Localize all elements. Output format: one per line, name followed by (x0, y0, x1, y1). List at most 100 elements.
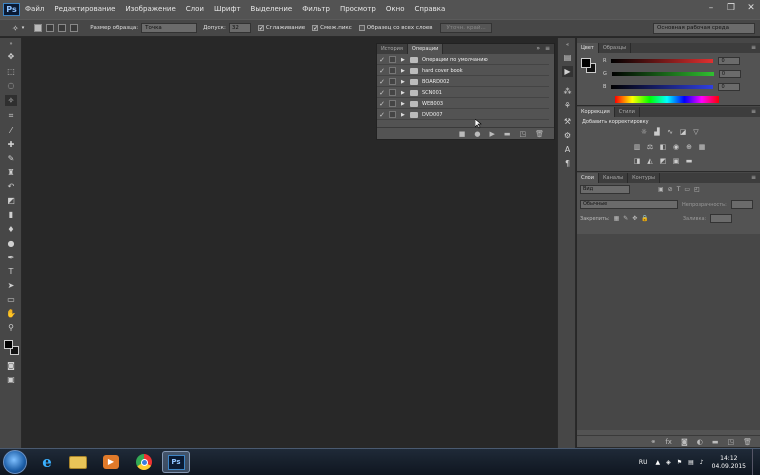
actions-panel-icon[interactable]: ▶ (562, 66, 573, 77)
red-input[interactable]: 0 (718, 57, 741, 65)
start-button[interactable] (3, 450, 27, 474)
fill-input[interactable] (710, 214, 733, 223)
lock-icons[interactable]: ▦✎✥🔒 (614, 215, 653, 222)
dialog-toggle-icon[interactable] (389, 56, 396, 63)
taskbar-media-player[interactable]: ▶ (97, 451, 125, 473)
brightness-icon[interactable]: ☼ (640, 129, 648, 136)
brush-presets-icon[interactable]: ⁂ (562, 86, 573, 97)
tray-app-icon[interactable]: ◈ (666, 459, 671, 466)
stop-icon[interactable]: ■ (459, 130, 466, 138)
dialog-toggle-icon[interactable] (389, 89, 396, 96)
link-layers-icon[interactable]: ⚭ (650, 438, 656, 446)
selective-color-icon[interactable]: ▣ (672, 158, 680, 165)
flag-icon[interactable]: ⚑ (677, 459, 682, 466)
collapse-icon[interactable]: « (562, 40, 573, 51)
action-set-row[interactable]: ✓ ▶ SCN001 (377, 88, 549, 98)
check-icon[interactable]: ✓ (377, 78, 387, 86)
menu-select[interactable]: Выделение (246, 0, 298, 19)
new-group-icon[interactable]: ▬ (712, 438, 719, 446)
menu-image[interactable]: Изображение (120, 0, 180, 19)
tolerance-input[interactable]: 32 (228, 23, 251, 33)
panel-menu-icon[interactable]: ≡ (751, 108, 756, 115)
tab-history[interactable]: История (377, 44, 408, 54)
adjustment-layer-icon[interactable]: ◐ (697, 438, 703, 446)
levels-icon[interactable]: ▟ (653, 129, 661, 136)
tab-paths[interactable]: Контуры (628, 173, 660, 183)
menu-type[interactable]: Шрифт (209, 0, 246, 19)
brush-tool-icon[interactable]: ✎ (5, 153, 17, 164)
posterize-icon[interactable]: ◭ (646, 158, 654, 165)
chevron-up-icon[interactable]: ▲ (655, 459, 660, 466)
green-slider[interactable] (611, 72, 714, 76)
tool-presets-icon[interactable]: ⚒ (562, 116, 573, 127)
tab-styles[interactable]: Стили (615, 107, 640, 117)
collapse-icon[interactable]: » (536, 45, 540, 52)
quick-mask-icon[interactable]: ◙ (5, 360, 17, 371)
menu-filter[interactable]: Фильтр (297, 0, 335, 19)
lasso-tool-icon[interactable]: ◌ (5, 80, 17, 91)
clock[interactable]: 14:12 04.09.2015 (712, 455, 746, 471)
new-set-icon[interactable]: ▬ (504, 130, 511, 138)
check-icon[interactable]: ✓ (377, 56, 387, 64)
pen-tool-icon[interactable]: ✒ (5, 252, 17, 263)
show-desktop-button[interactable] (752, 449, 760, 475)
menu-help[interactable]: Справка (409, 0, 450, 19)
blue-input[interactable]: 0 (718, 83, 741, 91)
hue-saturation-icon[interactable]: ▥ (633, 144, 641, 151)
character-panel-icon[interactable]: A (562, 144, 573, 155)
expand-arrow-icon[interactable]: ▶ (401, 112, 407, 118)
dialog-toggle-icon[interactable] (389, 100, 396, 107)
photo-filter-icon[interactable]: ◉ (672, 144, 680, 151)
layer-filter-select[interactable]: Вид (580, 185, 630, 194)
dialog-toggle-icon[interactable] (389, 78, 396, 85)
panel-menu-icon[interactable]: ≡ (751, 44, 756, 51)
sample-all-layers-checkbox[interactable]: Образец со всех слоев (358, 25, 432, 31)
refine-edge-button[interactable]: Уточн. край... (440, 23, 492, 33)
add-mask-icon[interactable]: ◙ (681, 438, 688, 446)
dialog-toggle-icon[interactable] (389, 67, 396, 74)
new-layer-icon[interactable]: ◳ (727, 438, 734, 446)
new-selection-button[interactable] (34, 24, 43, 32)
tab-layers[interactable]: Слои (577, 173, 599, 183)
gradient-tool-icon[interactable]: ▮ (5, 209, 17, 220)
threshold-icon[interactable]: ◩ (659, 158, 667, 165)
shape-tool-icon[interactable]: ▭ (5, 294, 17, 305)
intersect-selection-button[interactable] (70, 24, 79, 32)
action-set-row[interactable]: ✓ ▶ hard cover book (377, 66, 549, 76)
tab-color[interactable]: Цвет (577, 43, 599, 53)
action-set-row[interactable]: ✓ ▶ DVD007 (377, 110, 549, 120)
taskbar-chrome[interactable] (130, 451, 158, 473)
color-spectrum-bar[interactable] (615, 96, 719, 103)
workspace-select[interactable]: Основная рабочая среда (653, 23, 755, 34)
action-set-row[interactable]: ✓ ▶ BOARD002 (377, 77, 549, 87)
move-tool-icon[interactable]: ✥ (5, 51, 17, 62)
foreground-color-swatch[interactable] (4, 340, 13, 349)
panel-menu-icon[interactable]: ≡ (751, 174, 756, 181)
foreground-color-swatch[interactable] (581, 58, 591, 68)
eyedropper-tool-icon[interactable]: ⁄ (5, 125, 17, 136)
tab-channels[interactable]: Каналы (599, 173, 629, 183)
layer-style-icon[interactable]: fx (665, 438, 672, 446)
tab-swatches[interactable]: Образцы (599, 43, 632, 53)
menu-view[interactable]: Просмотр (335, 0, 381, 19)
new-action-icon[interactable]: ◳ (519, 130, 526, 138)
blue-slider[interactable] (611, 85, 714, 89)
menu-file[interactable]: Файл (20, 0, 49, 19)
action-set-row[interactable]: ✓ ▶ WEB003 (377, 99, 549, 109)
check-icon[interactable]: ✓ (377, 111, 387, 119)
menu-layers[interactable]: Слои (181, 0, 209, 19)
network-icon[interactable]: ▤ (688, 459, 694, 466)
opacity-input[interactable] (730, 200, 753, 209)
chevron-down-icon[interactable]: ▾ (22, 25, 25, 31)
antialias-checkbox[interactable]: ✓ Сглаживание (257, 25, 305, 32)
red-slider[interactable] (611, 59, 714, 63)
check-icon[interactable]: ✓ (377, 67, 387, 75)
taskbar-photoshop[interactable]: Ps (162, 451, 190, 473)
add-selection-button[interactable] (46, 24, 55, 32)
blur-tool-icon[interactable]: ♦ (5, 224, 17, 235)
tab-actions[interactable]: Операции (407, 44, 444, 54)
magic-wand-preset-icon[interactable]: ✧ (12, 24, 19, 33)
panel-menu-icon[interactable]: ≡ (545, 45, 550, 52)
minimize-button[interactable]: – (705, 3, 717, 14)
color-balance-icon[interactable]: ⚖ (646, 144, 654, 151)
